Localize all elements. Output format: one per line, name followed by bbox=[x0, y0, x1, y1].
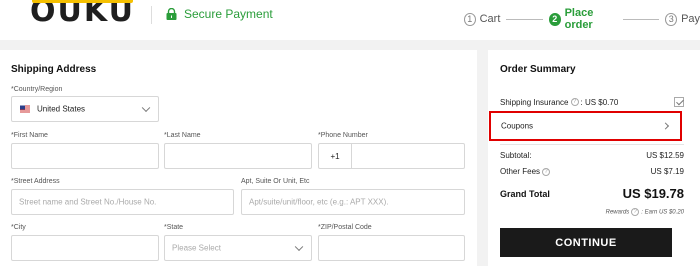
logo-accent-bar bbox=[32, 0, 133, 3]
state-select[interactable]: Please Select bbox=[164, 235, 312, 261]
step-1-number: 1 bbox=[464, 12, 476, 26]
us-flag-icon bbox=[20, 105, 30, 113]
country-select[interactable]: United States bbox=[11, 96, 159, 122]
step-connector bbox=[622, 18, 660, 20]
first-name-field[interactable] bbox=[11, 143, 159, 169]
coupons-row[interactable]: Coupons bbox=[489, 111, 682, 141]
rewards-value: : Earn US $0.20 bbox=[641, 209, 684, 216]
info-icon[interactable]: ? bbox=[631, 208, 640, 216]
subtotal-value: US $12.59 bbox=[646, 151, 684, 160]
zip-field[interactable] bbox=[318, 235, 465, 261]
shipping-insurance-checkbox[interactable] bbox=[674, 97, 684, 107]
order-summary-title: Order Summary bbox=[500, 64, 576, 75]
other-fees-label: Other Fees bbox=[500, 167, 541, 176]
info-icon[interactable]: ? bbox=[542, 167, 551, 176]
checkout-header: OUKU Secure Payment 1 Cart 2 Place order… bbox=[0, 0, 700, 40]
country-label: *Country/Region bbox=[11, 86, 63, 93]
step-place-order: Place order bbox=[564, 7, 594, 31]
logo-text: OUKU bbox=[30, 0, 135, 29]
checkout-steps: 1 Cart 2 Place order 3 Pay bbox=[464, 7, 700, 31]
other-fees-value: US $7.19 bbox=[650, 167, 684, 176]
lock-icon bbox=[166, 8, 177, 20]
ouku-logo[interactable]: OUKU bbox=[30, 0, 135, 29]
city-label: *City bbox=[11, 224, 26, 231]
summary-divider bbox=[500, 144, 684, 145]
continue-button[interactable]: CONTINUE bbox=[500, 228, 672, 257]
shipping-insurance-row: Shipping Insurance?: US $0.70 bbox=[500, 97, 684, 107]
grand-total-value: US $19.78 bbox=[622, 186, 684, 201]
other-fees-row: Other Fees? US $7.19 bbox=[500, 167, 684, 176]
chevron-down-icon bbox=[141, 103, 151, 113]
step-3-number: 3 bbox=[665, 12, 678, 26]
phone-country-code[interactable]: +1 bbox=[319, 144, 352, 168]
shipping-insurance-value: : US $0.70 bbox=[580, 97, 619, 107]
phone-label: *Phone Number bbox=[318, 132, 368, 139]
apt-placeholder: Apt/suite/unit/floor, etc (e.g.: APT XXX… bbox=[249, 197, 389, 207]
secure-payment-label: Secure Payment bbox=[184, 7, 273, 21]
step-connector bbox=[506, 18, 543, 20]
country-value: United States bbox=[37, 104, 86, 114]
phone-field[interactable]: +1 bbox=[318, 143, 465, 169]
step-2-number: 2 bbox=[549, 12, 561, 26]
last-name-field[interactable] bbox=[164, 143, 312, 169]
apt-label: Apt, Suite Or Unit, Etc bbox=[241, 178, 310, 185]
coupons-label: Coupons bbox=[501, 121, 534, 131]
apt-field[interactable]: Apt/suite/unit/floor, etc (e.g.: APT XXX… bbox=[241, 189, 465, 215]
step-pay: Pay bbox=[681, 13, 700, 25]
state-label: *State bbox=[164, 224, 184, 231]
info-icon[interactable]: ? bbox=[570, 98, 579, 107]
order-summary-panel: Order Summary Shipping Insurance?: US $0… bbox=[488, 50, 700, 266]
shipping-address-panel: Shipping Address *Country/Region United … bbox=[0, 50, 477, 266]
step-cart[interactable]: Cart bbox=[480, 13, 501, 25]
secure-payment-badge: Secure Payment bbox=[166, 7, 273, 21]
last-name-label: *Last Name bbox=[164, 132, 201, 139]
header-divider bbox=[151, 6, 152, 24]
street-address-label: *Street Address bbox=[11, 178, 60, 185]
grand-total-row: Grand Total US $19.78 bbox=[500, 186, 684, 201]
shipping-address-title: Shipping Address bbox=[11, 64, 97, 75]
street-address-field[interactable]: Street name and Street No./House No. bbox=[11, 189, 234, 215]
city-field[interactable] bbox=[11, 235, 159, 261]
zip-label: *ZIP/Postal Code bbox=[318, 224, 372, 231]
street-address-placeholder: Street name and Street No./House No. bbox=[19, 197, 157, 207]
chevron-down-icon bbox=[294, 242, 304, 252]
first-name-label: *First Name bbox=[11, 132, 48, 139]
subtotal-row: Subtotal: US $12.59 bbox=[500, 151, 684, 160]
chevron-right-icon bbox=[661, 122, 670, 130]
shipping-insurance-label: Shipping Insurance bbox=[500, 97, 569, 107]
rewards-label: Rewards bbox=[605, 209, 630, 216]
rewards-text: Rewards?: Earn US $0.20 bbox=[606, 208, 684, 216]
subtotal-label: Subtotal: bbox=[500, 151, 532, 160]
state-placeholder: Please Select bbox=[172, 243, 221, 253]
grand-total-label: Grand Total bbox=[500, 188, 550, 199]
